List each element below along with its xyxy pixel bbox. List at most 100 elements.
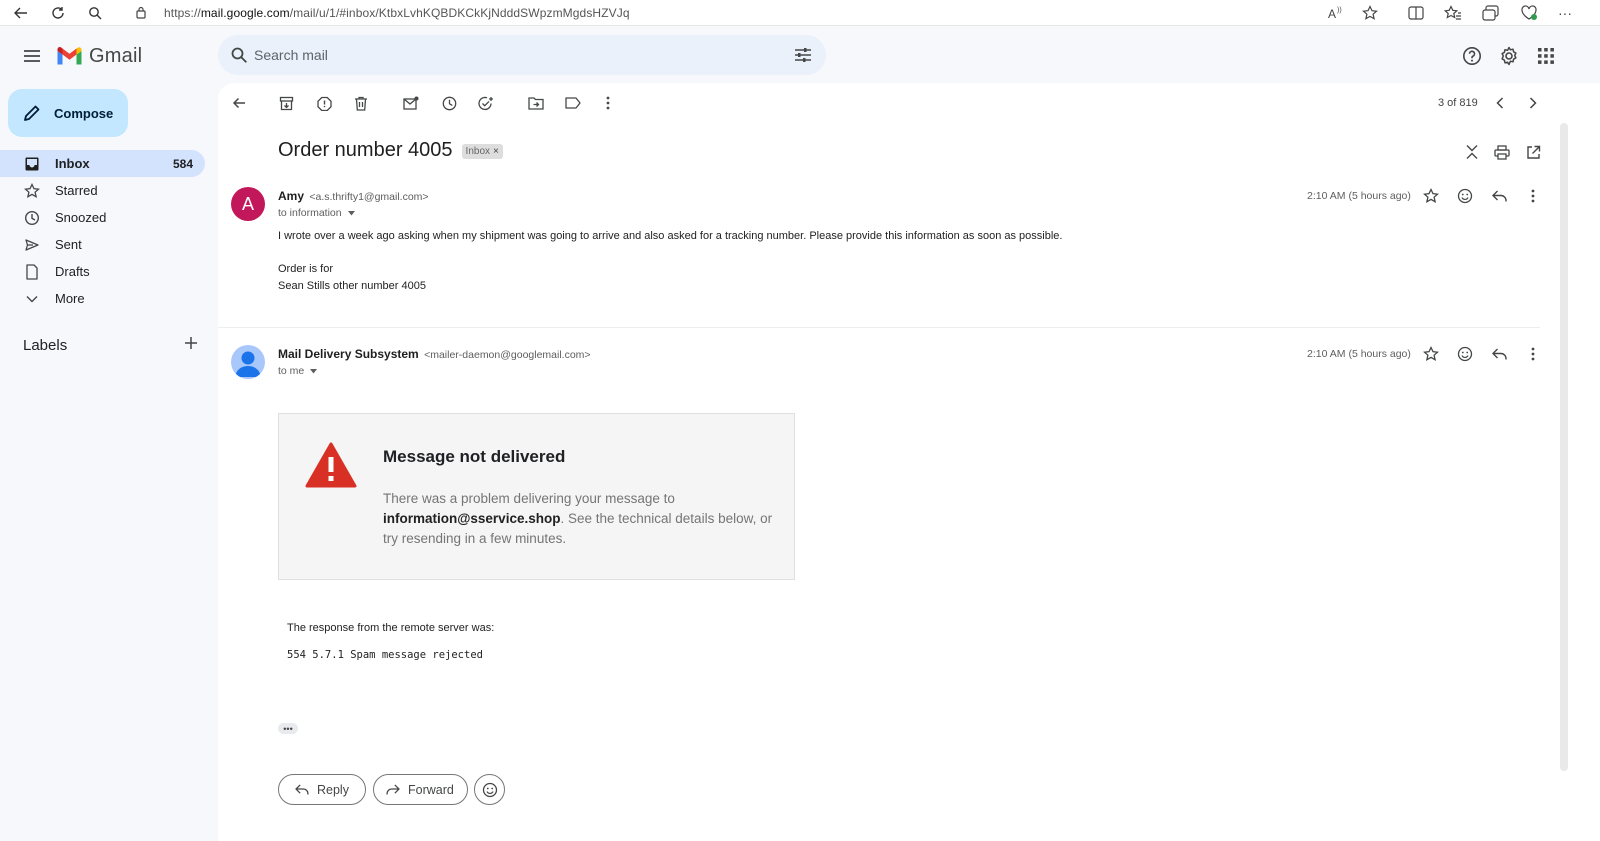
gmail-wordmark: Gmail (89, 44, 143, 67)
back-arrow-icon[interactable] (8, 0, 34, 26)
sidebar-item-label: Inbox (55, 156, 90, 171)
star-icon[interactable] (1422, 345, 1440, 363)
message-view: 3 of 819 Order number 4005 Inbox × A Amy… (218, 83, 1600, 841)
response-code: 554 5.7.1 Spam message rejected (287, 649, 483, 661)
collections-icon[interactable] (1482, 0, 1499, 26)
sender-name[interactable]: Mail Delivery Subsystem (278, 347, 419, 361)
labels-title: Labels (23, 336, 68, 354)
newer-chevron-left-icon[interactable] (1490, 93, 1510, 113)
chevron-down-icon (23, 290, 41, 308)
report-spam-icon[interactable] (314, 93, 334, 113)
default-avatar-person-icon[interactable] (231, 345, 265, 379)
remove-label-close-icon[interactable]: × (493, 146, 499, 157)
support-icon[interactable] (1460, 44, 1484, 68)
search-input[interactable] (254, 35, 754, 75)
move-to-folder-icon[interactable] (526, 93, 546, 113)
emoji-reaction-icon[interactable] (1456, 187, 1474, 205)
svg-text:)): )) (1337, 7, 1342, 14)
forward-button[interactable]: Forward (373, 774, 468, 805)
back-to-inbox-icon[interactable] (229, 93, 249, 113)
main-menu-icon[interactable] (18, 44, 46, 68)
collapse-all-icon[interactable] (1462, 142, 1482, 162)
delivery-error-card: Message not delivered There was a proble… (278, 413, 795, 580)
settings-gear-icon[interactable] (1497, 44, 1521, 68)
message-body-line: Order is for (278, 263, 334, 275)
sidebar-item-drafts[interactable]: Drafts (0, 258, 205, 285)
open-in-new-window-icon[interactable] (1523, 142, 1543, 162)
print-icon[interactable] (1492, 142, 1512, 162)
label-tag-icon[interactable] (563, 93, 583, 113)
chip-label: Inbox (465, 146, 491, 157)
browser-essentials-icon[interactable] (1520, 0, 1538, 26)
error-description: There was a problem delivering your mess… (383, 491, 773, 546)
reply-label: Reply (317, 782, 349, 797)
show-trimmed-content-button[interactable]: ••• (278, 723, 298, 734)
sidebar-item-more[interactable]: More (0, 285, 205, 312)
reply-icon[interactable] (1490, 187, 1508, 205)
message-time: 2:10 AM (5 hours ago) (1307, 348, 1411, 360)
favorite-star-icon[interactable] (1362, 0, 1378, 26)
avatar[interactable]: A (231, 187, 265, 221)
emoji-reaction-button[interactable] (474, 774, 505, 805)
sender-email: <a.s.thrifty1@gmail.com> (309, 191, 429, 203)
message-divider (218, 327, 1540, 328)
sender-name[interactable]: Amy (278, 189, 304, 203)
search-options-icon[interactable] (794, 46, 812, 64)
message-scrollbar[interactable] (1560, 123, 1568, 771)
lock-icon (136, 6, 146, 19)
reply-icon[interactable] (1490, 345, 1508, 363)
send-icon (23, 236, 41, 254)
refresh-icon[interactable] (45, 0, 71, 26)
recipient-details[interactable]: to information (278, 207, 355, 219)
more-vert-icon[interactable] (1524, 345, 1542, 363)
message-time: 2:10 AM (5 hours ago) (1307, 190, 1411, 202)
sidebar-item-inbox[interactable]: Inbox 584 (0, 150, 205, 177)
search-bar[interactable] (218, 35, 826, 75)
delete-trash-icon[interactable] (351, 93, 371, 113)
star-icon[interactable] (1422, 187, 1440, 205)
inbox-unread-count: 584 (172, 156, 193, 171)
recipient-text: to me (278, 365, 305, 377)
add-label-icon[interactable] (184, 336, 198, 350)
response-label: The response from the remote server was: (287, 622, 495, 634)
sender: Mail Delivery Subsystem <mailer-daemon@g… (278, 347, 591, 361)
address-bar[interactable]: https://mail.google.com/mail/u/1/#inbox/… (122, 1, 1387, 25)
sidebar-item-snoozed[interactable]: Snoozed (0, 204, 205, 231)
subject-text: Order number 4005 (278, 139, 453, 161)
compose-button[interactable]: Compose (8, 89, 128, 137)
reply-icon (295, 784, 309, 795)
older-chevron-right-icon[interactable] (1523, 93, 1543, 113)
split-screen-icon[interactable] (1408, 0, 1424, 26)
error-title: Message not delivered (383, 447, 566, 466)
more-vert-icon[interactable] (1524, 187, 1542, 205)
emoji-reaction-icon[interactable] (1456, 345, 1474, 363)
favorites-icon[interactable] (1444, 0, 1462, 26)
more-options-icon[interactable]: ··· (1558, 0, 1572, 26)
reply-button[interactable]: Reply (278, 774, 366, 805)
recipient-details[interactable]: to me (278, 365, 318, 377)
pencil-icon (23, 104, 41, 122)
gmail-logo[interactable]: Gmail (56, 44, 142, 68)
mark-unread-icon[interactable] (401, 93, 421, 113)
clock-icon (23, 209, 41, 227)
search-icon[interactable] (230, 46, 248, 64)
apps-grid-icon[interactable] (1534, 44, 1558, 68)
sidebar-item-starred[interactable]: Starred (0, 177, 205, 204)
archive-icon[interactable] (276, 93, 296, 113)
read-aloud-icon[interactable]: A)) (1328, 0, 1346, 26)
search-icon[interactable] (82, 0, 108, 26)
caret-down-icon (347, 210, 355, 216)
draft-file-icon (23, 263, 41, 281)
more-vert-icon[interactable] (598, 93, 618, 113)
sidebar-item-label: Snoozed (55, 210, 107, 225)
caret-down-icon (310, 368, 318, 374)
sender-email: <mailer-daemon@googlemail.com> (424, 349, 591, 361)
add-to-tasks-icon[interactable] (476, 93, 496, 113)
labels-header: Labels (23, 336, 198, 354)
sidebar-item-sent[interactable]: Sent (0, 231, 205, 258)
snooze-clock-icon[interactable] (439, 93, 459, 113)
recipient-text: to information (278, 207, 342, 219)
inbox-icon (23, 155, 41, 173)
forward-icon (386, 784, 400, 795)
sidebar-item-label: Starred (55, 183, 98, 198)
